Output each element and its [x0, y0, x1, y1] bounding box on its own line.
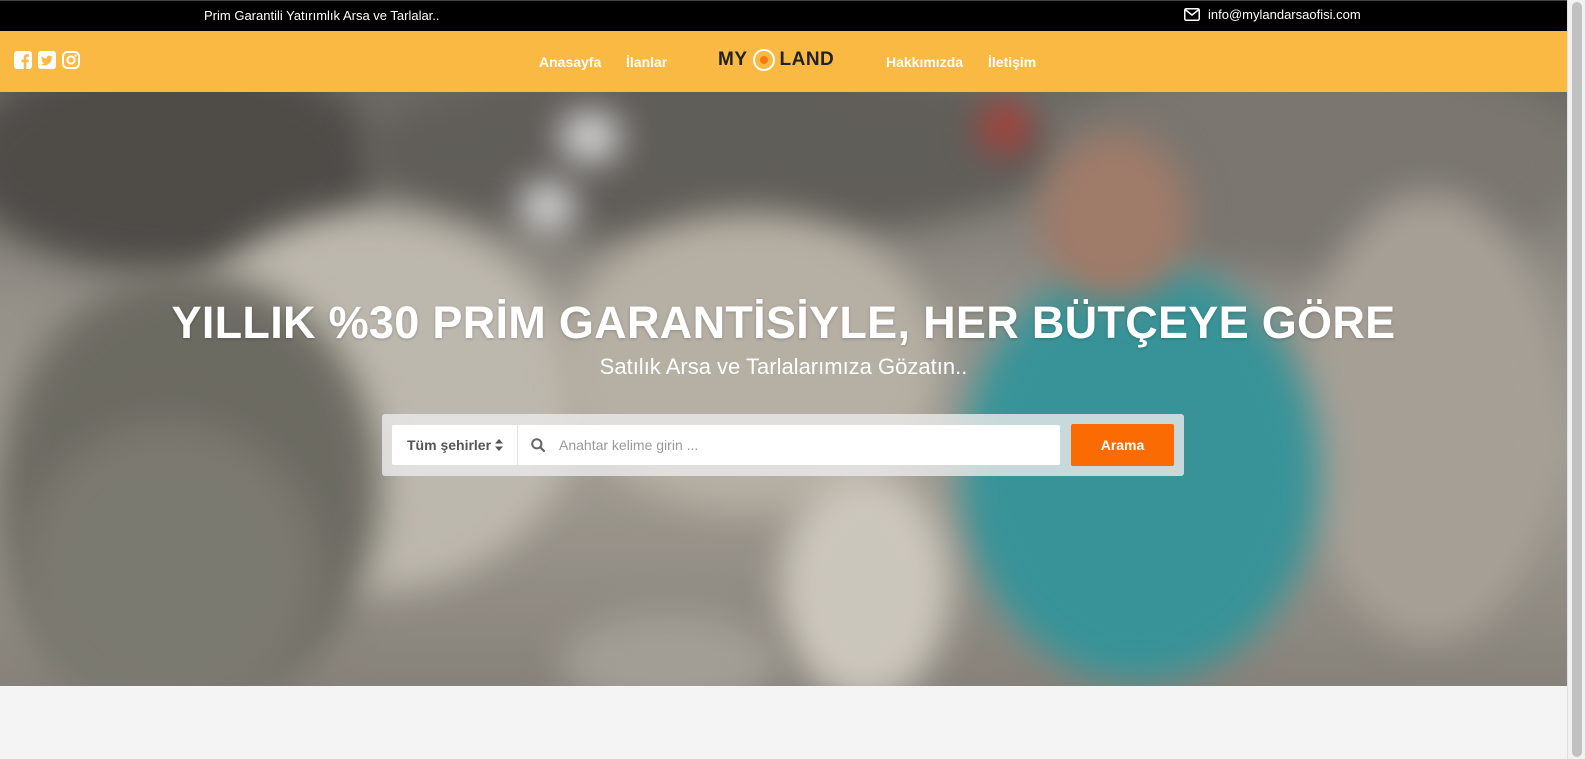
- hero-subtitle: Satılık Arsa ve Tarlalarımıza Gözatın..: [599, 354, 968, 379]
- search-panel: Tüm şehirler Arama: [382, 414, 1184, 476]
- search-button[interactable]: Arama: [1071, 424, 1174, 466]
- city-select[interactable]: Tüm şehirler: [392, 425, 518, 465]
- envelope-icon: [1184, 8, 1200, 21]
- scrollbar-thumb[interactable]: [1572, 2, 1582, 757]
- nav-link-home[interactable]: Anasayfa: [539, 54, 601, 70]
- nav-link-contact[interactable]: İletişim: [988, 54, 1036, 70]
- keyword-field: [518, 425, 1060, 465]
- location-pin-icon: [752, 49, 775, 71]
- facebook-icon[interactable]: [14, 51, 32, 69]
- hero-overlay: [0, 92, 1567, 686]
- email-link[interactable]: info@mylandarsaofisi.com: [1184, 7, 1361, 22]
- keyword-input[interactable]: [559, 437, 1039, 453]
- city-select-value: Tüm şehirler: [407, 437, 492, 453]
- nav-link-about[interactable]: Hakkımızda: [886, 54, 963, 70]
- search-icon: [531, 438, 545, 452]
- logo-text-left: MY: [718, 49, 748, 70]
- hero-title: YILLIK %30 PRİM GARANTİSİYLE, HER BÜTÇEY…: [171, 297, 1396, 348]
- nav-link-listings[interactable]: İlanlar: [626, 54, 667, 70]
- instagram-icon[interactable]: [62, 51, 80, 69]
- twitter-icon[interactable]: [38, 51, 56, 69]
- top-bar: Prim Garantili Yatırımlık Arsa ve Tarlal…: [0, 0, 1567, 31]
- logo-text-right: LAND: [779, 49, 835, 70]
- site-logo[interactable]: MY LAND: [718, 49, 834, 71]
- sort-arrows-icon: [495, 439, 503, 451]
- email-address: info@mylandarsaofisi.com: [1208, 7, 1361, 22]
- social-links: [14, 51, 80, 69]
- hero-banner: YILLIK %30 PRİM GARANTİSİYLE, HER BÜTÇEY…: [0, 92, 1567, 686]
- main-navbar: Anasayfa İlanlar MY LAND Hakkımızda İlet…: [0, 31, 1567, 92]
- content-area: [0, 686, 1567, 759]
- page: Prim Garantili Yatırımlık Arsa ve Tarlal…: [0, 0, 1567, 759]
- top-bar-tagline: Prim Garantili Yatırımlık Arsa ve Tarlal…: [204, 8, 440, 23]
- vertical-scrollbar[interactable]: [1567, 0, 1585, 759]
